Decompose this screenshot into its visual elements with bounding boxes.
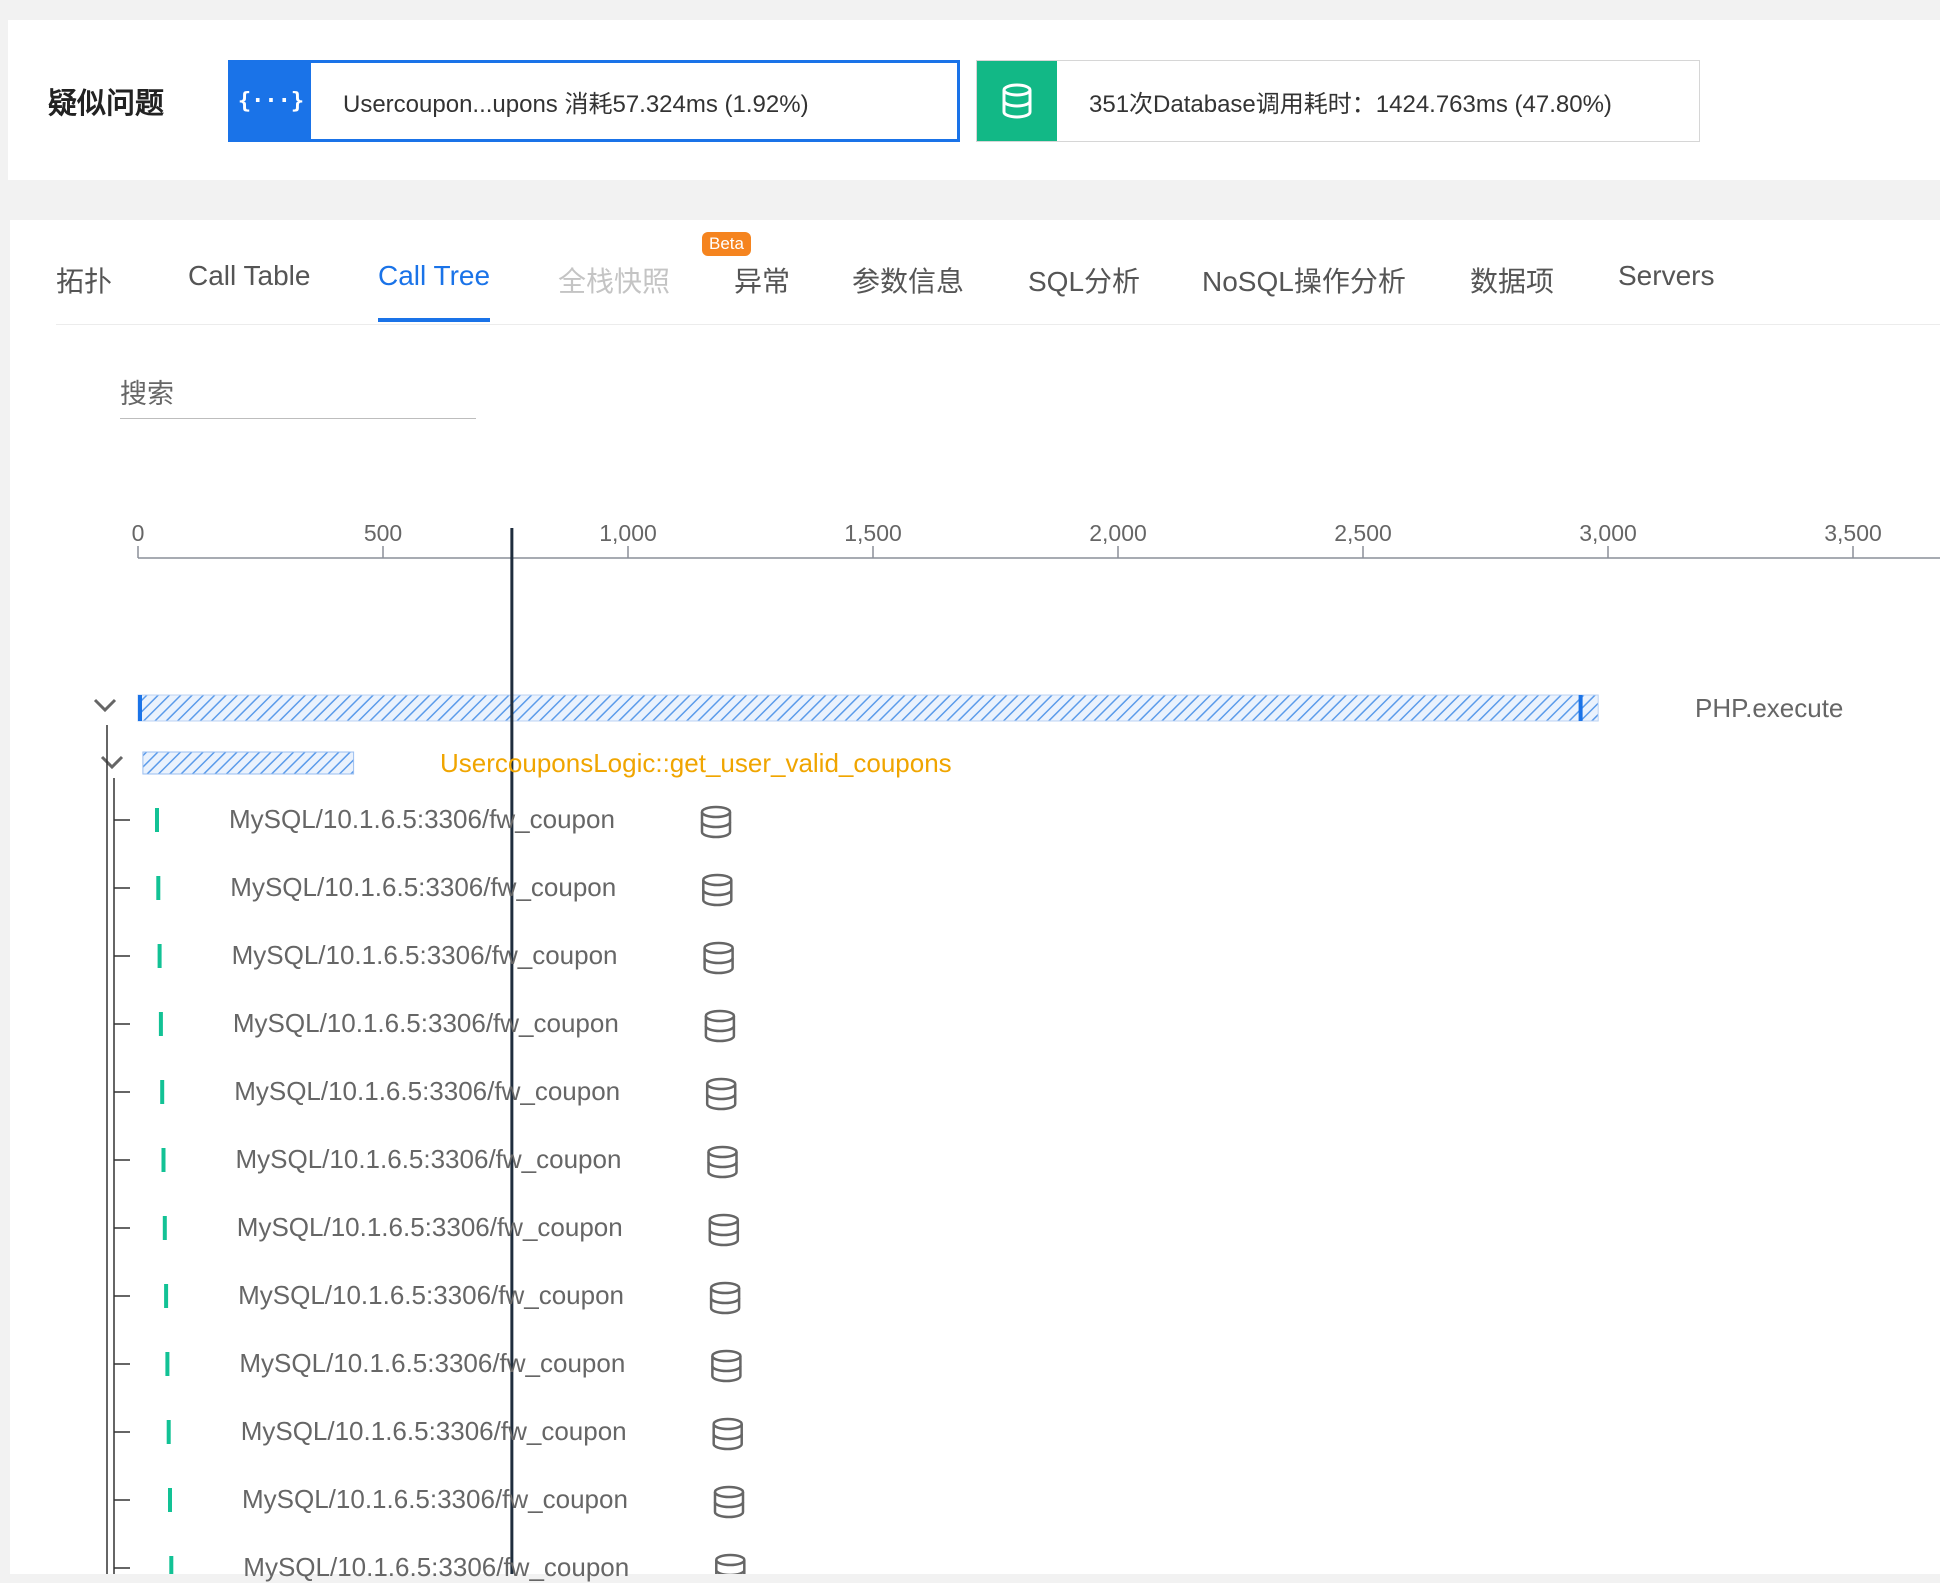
- axis-tick-label: 1,500: [844, 520, 902, 546]
- sql-span-label[interactable]: MySQL/10.1.6.5:3306/fw_coupon: [239, 1348, 625, 1379]
- sql-span-bar: [156, 876, 161, 900]
- database-icon: [705, 1077, 737, 1111]
- sql-span-bar: [155, 808, 159, 832]
- issues-panel: 疑似问题 {···} Usercoupon...upons 消耗57.324ms…: [8, 20, 1940, 180]
- issues-title: 疑似问题: [48, 88, 165, 120]
- axis-tick-label: 3,500: [1824, 520, 1882, 546]
- sql-span-label[interactable]: MySQL/10.1.6.5:3306/fw_coupon: [241, 1416, 627, 1447]
- root-span-end-marker: [1578, 695, 1583, 721]
- logic-span-bar: [142, 751, 355, 775]
- sql-span-label[interactable]: MySQL/10.1.6.5:3306/fw_coupon: [229, 804, 615, 835]
- database-icon: [711, 1349, 742, 1383]
- sql-span-label[interactable]: MySQL/10.1.6.5:3306/fw_coupon: [230, 872, 616, 903]
- database-icon: [713, 1485, 745, 1519]
- issue-card-slow-method[interactable]: {···} Usercoupon...upons 消耗57.324ms (1.9…: [228, 60, 960, 142]
- sql-span-bar: [168, 1488, 172, 1512]
- database-icon: [702, 873, 733, 907]
- database-icon: [708, 1213, 740, 1247]
- sql-span-bar: [165, 1352, 170, 1376]
- sql-span-bar: [162, 1216, 167, 1240]
- database-icon: [977, 61, 1057, 141]
- axis-tick-label: 2,000: [1089, 520, 1147, 546]
- database-icon: [709, 1281, 741, 1315]
- sql-span-label[interactable]: MySQL/10.1.6.5:3306/fw_coupon: [233, 1008, 619, 1039]
- sql-span-bar: [169, 1556, 174, 1574]
- code-braces-icon: {···}: [231, 63, 311, 139]
- sql-span-bar: [161, 1148, 166, 1172]
- sql-span-bar: [157, 944, 162, 968]
- sql-span-label[interactable]: MySQL/10.1.6.5:3306/fw_coupon: [238, 1280, 624, 1311]
- issue-card-text: 351次Database调用耗时：1424.763ms (47.80%): [1089, 90, 1612, 118]
- sql-span-label[interactable]: MySQL/10.1.6.5:3306/fw_coupon: [236, 1144, 622, 1175]
- root-span-bar: [137, 694, 1599, 722]
- sql-span-label[interactable]: MySQL/10.1.6.5:3306/fw_coupon: [232, 940, 618, 971]
- issue-card-text: Usercoupon...upons 消耗57.324ms (1.92%): [343, 90, 809, 118]
- database-icon: [704, 1009, 736, 1043]
- sql-span-bar: [164, 1284, 169, 1308]
- sql-span-label[interactable]: MySQL/10.1.6.5:3306/fw_coupon: [234, 1076, 620, 1107]
- sql-span-bar: [158, 1012, 163, 1036]
- axis-tick-label: 500: [364, 520, 402, 546]
- chevron-down-icon: [100, 755, 124, 770]
- sql-span-label[interactable]: MySQL/10.1.6.5:3306/fw_coupon: [243, 1552, 629, 1583]
- sql-span-bar: [166, 1420, 171, 1444]
- root-span-start-marker: [138, 695, 142, 721]
- axis-tick-label: 0: [132, 520, 145, 546]
- sql-span-label[interactable]: MySQL/10.1.6.5:3306/fw_coupon: [242, 1484, 628, 1515]
- axis-tick-label: 3,000: [1579, 520, 1637, 546]
- database-icon: [715, 1553, 746, 1574]
- database-icon: [703, 941, 734, 975]
- database-icon: [712, 1417, 743, 1451]
- axis-tick-label: 1,000: [599, 520, 657, 546]
- logic-span-label[interactable]: UsercouponsLogic::get_user_valid_coupons: [440, 748, 952, 779]
- root-span-label[interactable]: PHP.execute: [1695, 693, 1843, 724]
- sql-span-bar: [160, 1080, 165, 1104]
- database-icon: [700, 805, 732, 839]
- issue-card-database[interactable]: 351次Database调用耗时：1424.763ms (47.80%): [976, 60, 1700, 142]
- database-icon: [707, 1145, 738, 1179]
- axis-tick-label: 2,500: [1334, 520, 1392, 546]
- sql-span-label[interactable]: MySQL/10.1.6.5:3306/fw_coupon: [237, 1212, 623, 1243]
- main-panel: 拓扑 Call Table Call Tree 全栈快照 Beta 异常 参数信…: [10, 220, 1940, 1582]
- chevron-down-icon: [93, 698, 117, 713]
